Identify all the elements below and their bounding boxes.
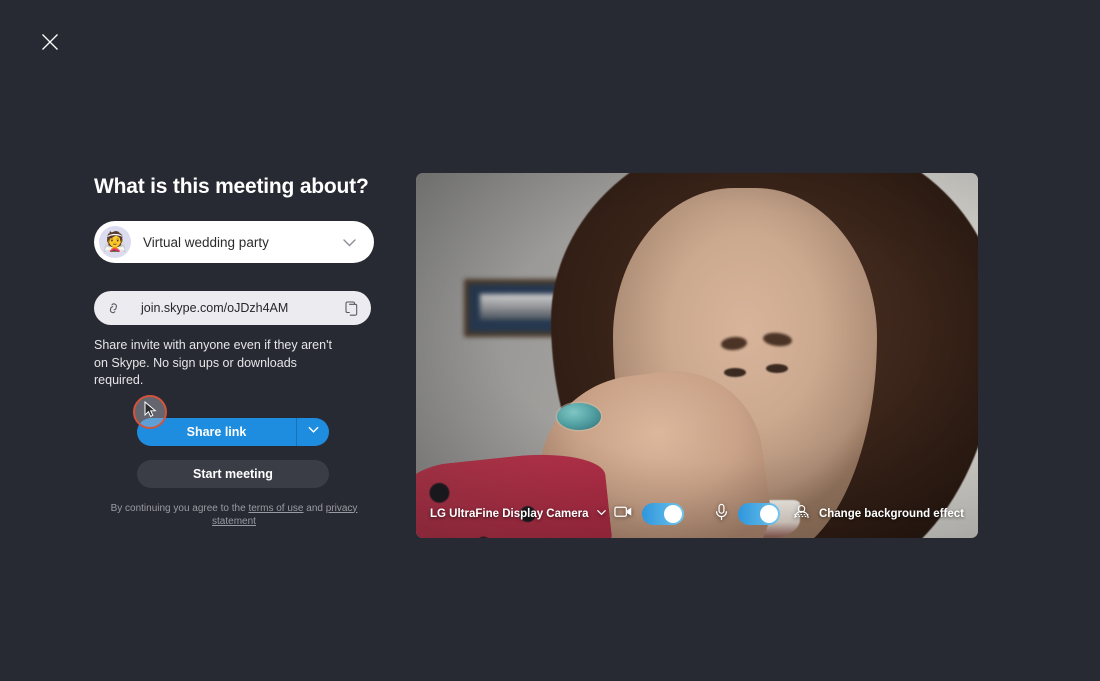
camera-controls-bar: LG UltraFine Display Camera Change backg… <box>416 490 978 538</box>
camera-name-label: LG UltraFine Display Camera <box>430 508 589 520</box>
share-link-dropdown-button[interactable] <box>296 417 329 446</box>
bride-with-veil-emoji-icon: 👰 <box>99 226 131 259</box>
meeting-topic-value: Virtual wedding party <box>143 234 269 250</box>
close-icon <box>39 31 61 53</box>
blur-background-icon <box>792 504 811 524</box>
start-meeting-button[interactable]: Start meeting <box>137 459 329 488</box>
chain-link-icon <box>105 300 122 317</box>
page-title: What is this meeting about? <box>94 175 369 198</box>
camera-video-feed <box>416 173 978 538</box>
mic-toggle[interactable] <box>738 503 780 525</box>
legal-text: By continuing you agree to the terms of … <box>94 502 374 529</box>
share-description: Share invite with anyone even if they ar… <box>94 338 332 388</box>
chevron-down-icon <box>595 506 608 522</box>
terms-of-use-link[interactable]: terms of use <box>248 503 303 514</box>
camera-selector[interactable]: LG UltraFine Display Camera <box>430 506 608 522</box>
share-link-button[interactable]: Share link <box>137 417 296 446</box>
microphone-icon <box>714 503 729 526</box>
camera-toggle-group <box>614 503 684 525</box>
share-link-label: Share link <box>186 424 247 439</box>
copy-icon[interactable] <box>345 301 359 316</box>
change-background-effect-label: Change background effect <box>818 508 964 520</box>
chevron-down-icon <box>306 422 321 442</box>
mic-toggle-knob <box>760 505 778 523</box>
meeting-link-field[interactable]: join.skype.com/oJDzh4AM <box>94 291 371 326</box>
share-link-button-group: Share link <box>137 417 329 446</box>
chevron-down-icon[interactable] <box>340 233 368 252</box>
close-button[interactable] <box>34 26 66 58</box>
mic-toggle-group <box>714 503 780 526</box>
meeting-setup-panel: What is this meeting about? 👰 Virtual we… <box>94 174 374 529</box>
change-background-effect-button[interactable]: Change background effect <box>792 504 964 524</box>
meeting-topic-field[interactable]: 👰 Virtual wedding party <box>94 221 374 264</box>
video-camera-icon <box>614 504 633 524</box>
camera-toggle-knob <box>664 505 682 523</box>
legal-middle: and <box>303 502 326 514</box>
camera-preview: LG UltraFine Display Camera Change backg… <box>416 173 978 538</box>
camera-toggle[interactable] <box>642 503 684 525</box>
start-meeting-label: Start meeting <box>193 466 273 481</box>
legal-prefix: By continuing you agree to the <box>110 502 249 514</box>
meeting-link-value: join.skype.com/oJDzh4AM <box>141 301 289 316</box>
join-meeting-screen: What is this meeting about? 👰 Virtual we… <box>0 0 1100 681</box>
